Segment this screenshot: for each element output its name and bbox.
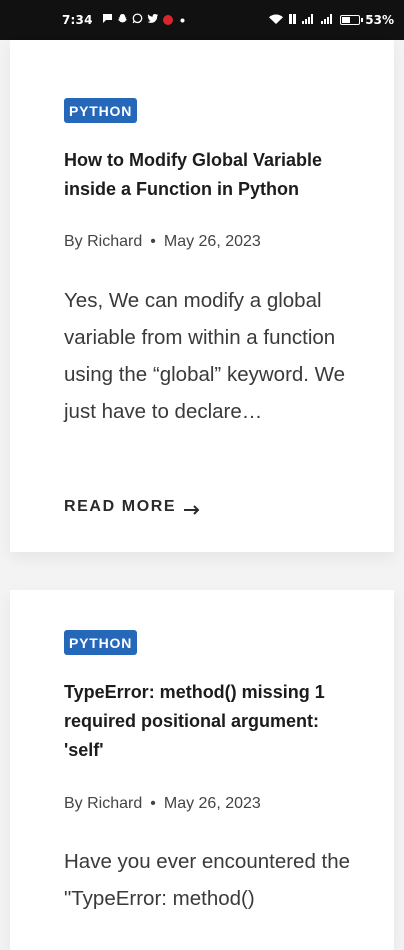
post-author[interactable]: By Richard bbox=[64, 233, 142, 250]
signal-icon bbox=[302, 13, 316, 28]
post-meta: By Richard • May 26, 2023 bbox=[64, 794, 261, 814]
post-date: May 26, 2023 bbox=[163, 233, 261, 250]
signal-icon bbox=[321, 13, 335, 28]
notification-dot-icon bbox=[180, 14, 185, 26]
hd-icon bbox=[289, 13, 297, 28]
read-more-label: READ MORE bbox=[64, 498, 177, 515]
arrow-right-icon bbox=[184, 502, 200, 515]
post-author[interactable]: By Richard bbox=[64, 795, 142, 812]
battery-level bbox=[342, 17, 351, 23]
battery-percent: 53% bbox=[365, 13, 394, 27]
category-badge[interactable]: PYTHON bbox=[64, 98, 138, 123]
chat-bubble-icon bbox=[102, 13, 113, 27]
post-title[interactable]: TypeError: method() missing 1 required p… bbox=[64, 678, 354, 765]
meta-separator: • bbox=[150, 233, 156, 250]
status-right-group: 53% bbox=[268, 13, 394, 28]
meta-separator: • bbox=[150, 795, 156, 812]
post-excerpt: Yes, We can modify a global variable fro… bbox=[64, 289, 346, 423]
post-meta: By Richard • May 26, 2023 bbox=[64, 232, 261, 252]
whatsapp-icon bbox=[132, 13, 143, 27]
red-app-icon bbox=[162, 15, 173, 25]
status-time: 7:34 bbox=[62, 13, 93, 27]
status-bar: 7:34 53% bbox=[0, 0, 404, 40]
post-title[interactable]: How to Modify Global Variable inside a F… bbox=[64, 146, 354, 204]
post-card: PYTHON TypeError: method() missing 1 req… bbox=[10, 590, 394, 950]
category-badge[interactable]: PYTHON bbox=[64, 630, 138, 655]
post-card: PYTHON How to Modify Global Variable ins… bbox=[10, 40, 394, 552]
post-date: May 26, 2023 bbox=[163, 795, 261, 812]
twitter-icon bbox=[147, 13, 159, 27]
battery-icon bbox=[340, 15, 364, 25]
status-left-group: 7:34 bbox=[62, 13, 185, 27]
post-excerpt: Have you ever encountered the "TypeError… bbox=[64, 850, 351, 910]
wifi-icon bbox=[268, 13, 284, 28]
snapchat-icon bbox=[117, 13, 128, 27]
read-more-link[interactable]: READ MORE bbox=[64, 498, 200, 516]
